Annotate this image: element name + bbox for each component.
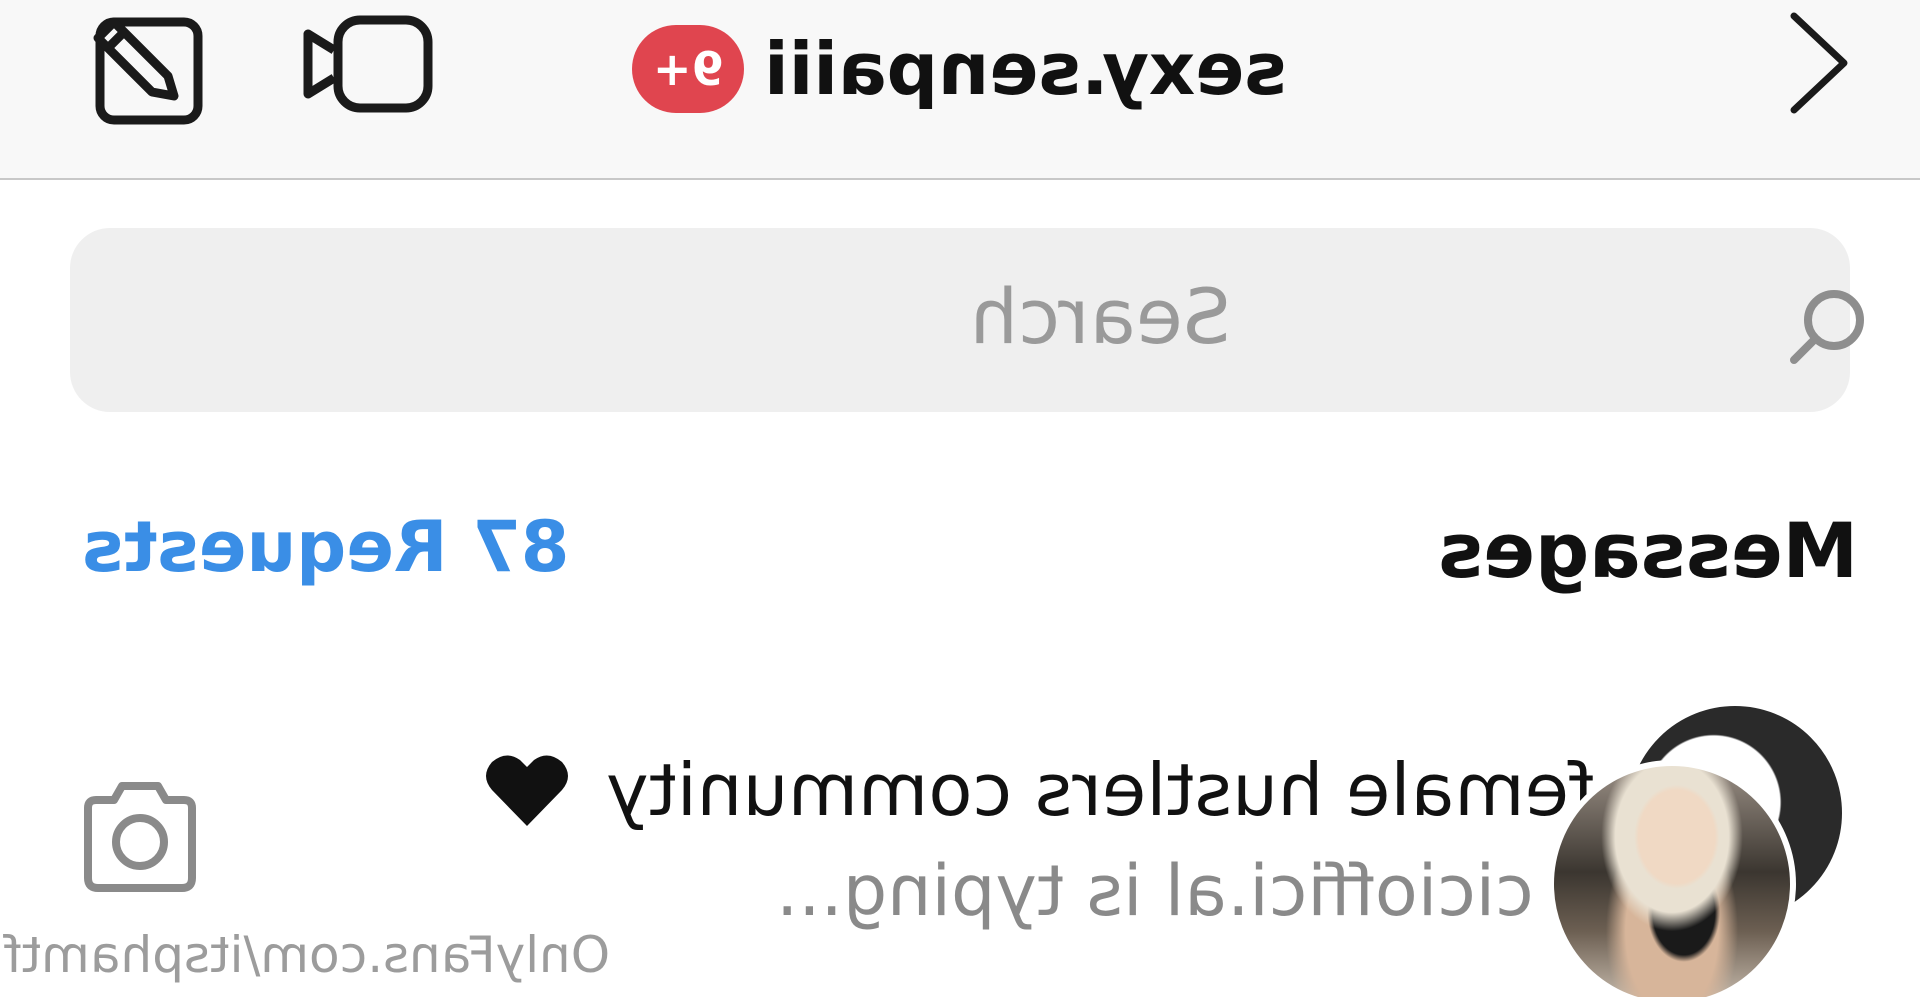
conversation-title: female hustlers community — [484, 740, 1594, 840]
account-title: sexy.senpaiii — [764, 27, 1287, 111]
search-icon — [1788, 286, 1868, 366]
search-input[interactable] — [970, 266, 1740, 366]
black-heart-icon — [484, 752, 570, 828]
messages-heading-label: Messages — [1438, 506, 1859, 595]
video-camera-icon[interactable] — [300, 14, 434, 114]
notification-badge-label: 9+ — [652, 42, 724, 96]
requests-label: 87 Requests — [82, 506, 570, 588]
typing-status-label: cicioffici.al is typing... — [776, 850, 1534, 932]
group-avatar-front — [1548, 760, 1796, 997]
conversation-name: female hustlers community — [606, 748, 1595, 832]
compose-icon[interactable] — [88, 10, 204, 126]
typing-status: cicioffici.al is typing... — [776, 850, 1534, 940]
watermark: OnlyFans.com/itsphamtf — [4, 926, 610, 996]
chevron-right-icon[interactable] — [1786, 8, 1852, 118]
search-bar[interactable] — [70, 228, 1864, 412]
top-nav-bar: 9+ sexy.senpaiii — [0, 0, 1920, 180]
messages-heading: Messages — [1438, 506, 1858, 596]
notification-badge: 9+ — [632, 25, 744, 113]
camera-icon[interactable] — [76, 778, 204, 896]
account-switcher[interactable]: 9+ sexy.senpaiii — [632, 14, 1287, 124]
watermark-label: OnlyFans.com/itsphamtf — [4, 926, 611, 984]
conversation-row[interactable]: female hustlers community cicioffici.al … — [0, 690, 1920, 997]
requests-link[interactable]: 87 Requests — [82, 506, 569, 596]
